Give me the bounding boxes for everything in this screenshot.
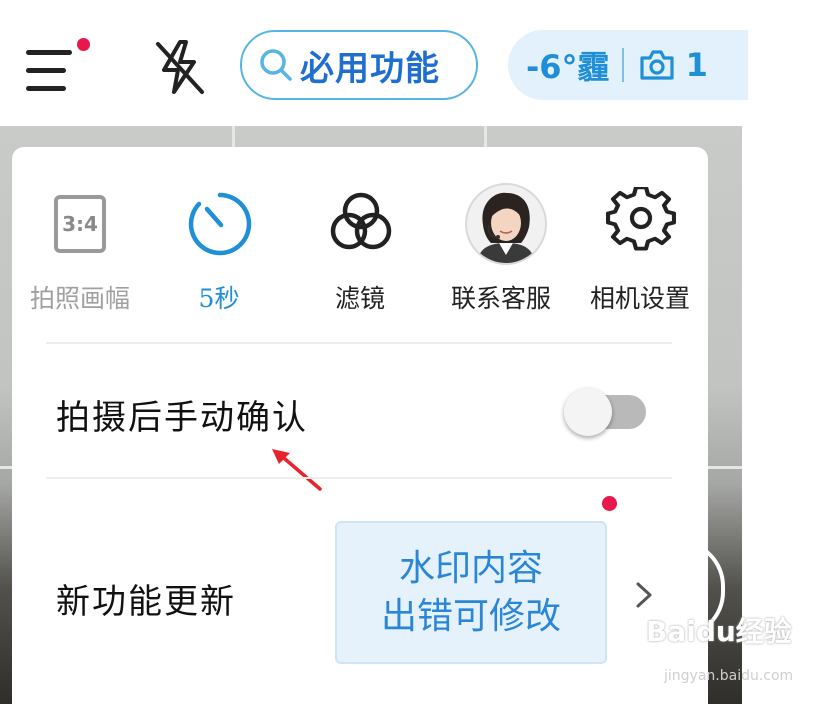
filter-icon — [330, 192, 392, 250]
aspect-ratio-value: 3:4 — [62, 212, 98, 236]
menu-button[interactable] — [22, 38, 90, 94]
search-label: 必用功能 — [300, 48, 440, 89]
feature-update-label: 新功能更新 — [56, 582, 236, 622]
customer-service-avatar — [465, 183, 547, 265]
aspect-ratio-label: 拍照画幅 — [29, 284, 130, 313]
aspect-ratio-button[interactable]: 3:4 拍照画幅 — [15, 187, 145, 317]
update-card-line1: 水印内容 — [398, 548, 543, 589]
update-notification-dot — [602, 496, 617, 511]
aspect-ratio-icon: 3:4 — [54, 195, 106, 253]
quick-settings-panel: 3:4 拍照画幅 5秒 滤镜 联系客服 相机设置 拍摄后手动确认 新功能更新 水… — [12, 147, 708, 704]
update-banner-card[interactable]: 水印内容 出错可修改 — [335, 521, 607, 664]
manual-confirm-toggle[interactable] — [564, 388, 646, 436]
filter-label: 滤镜 — [334, 284, 385, 313]
divider — [46, 342, 672, 344]
chevron-right-icon[interactable] — [632, 580, 656, 610]
essential-features-search[interactable]: 必用功能 — [240, 30, 478, 100]
gear-icon — [605, 185, 677, 251]
timer-icon — [188, 192, 252, 256]
weather-photo-pill[interactable]: -6°霾 1 — [508, 30, 748, 100]
customer-service-label: 联系客服 — [450, 284, 551, 313]
camera-icon — [639, 50, 674, 80]
top-bar: 必用功能 -6°霾 1 — [0, 0, 840, 126]
photo-count: 1 — [685, 46, 708, 84]
divider — [46, 477, 672, 479]
annotation-arrow — [272, 449, 322, 491]
toggle-knob — [564, 388, 612, 436]
timer-button[interactable]: 5秒 — [154, 187, 284, 317]
camera-settings-button[interactable]: 相机设置 — [575, 185, 705, 317]
weather-text: -6°霾 — [526, 48, 610, 86]
baidu-watermark: Baidu经验 jingyan.baidu.com — [646, 610, 796, 700]
camera-settings-label: 相机设置 — [589, 284, 690, 313]
pill-divider — [621, 48, 624, 82]
update-card-line2: 出错可修改 — [380, 596, 561, 637]
filter-button[interactable]: 滤镜 — [295, 187, 425, 317]
flash-off-icon — [156, 40, 204, 94]
timer-label: 5秒 — [198, 284, 240, 313]
notification-dot — [77, 38, 90, 51]
flash-toggle-button[interactable] — [150, 36, 210, 98]
customer-service-button[interactable]: 联系客服 — [436, 183, 566, 317]
watermark-logo: Baidu经验 — [646, 615, 792, 648]
watermark-url: jingyan.baidu.com — [664, 668, 794, 684]
manual-confirm-label: 拍摄后手动确认 — [56, 398, 308, 438]
search-icon — [260, 49, 292, 81]
